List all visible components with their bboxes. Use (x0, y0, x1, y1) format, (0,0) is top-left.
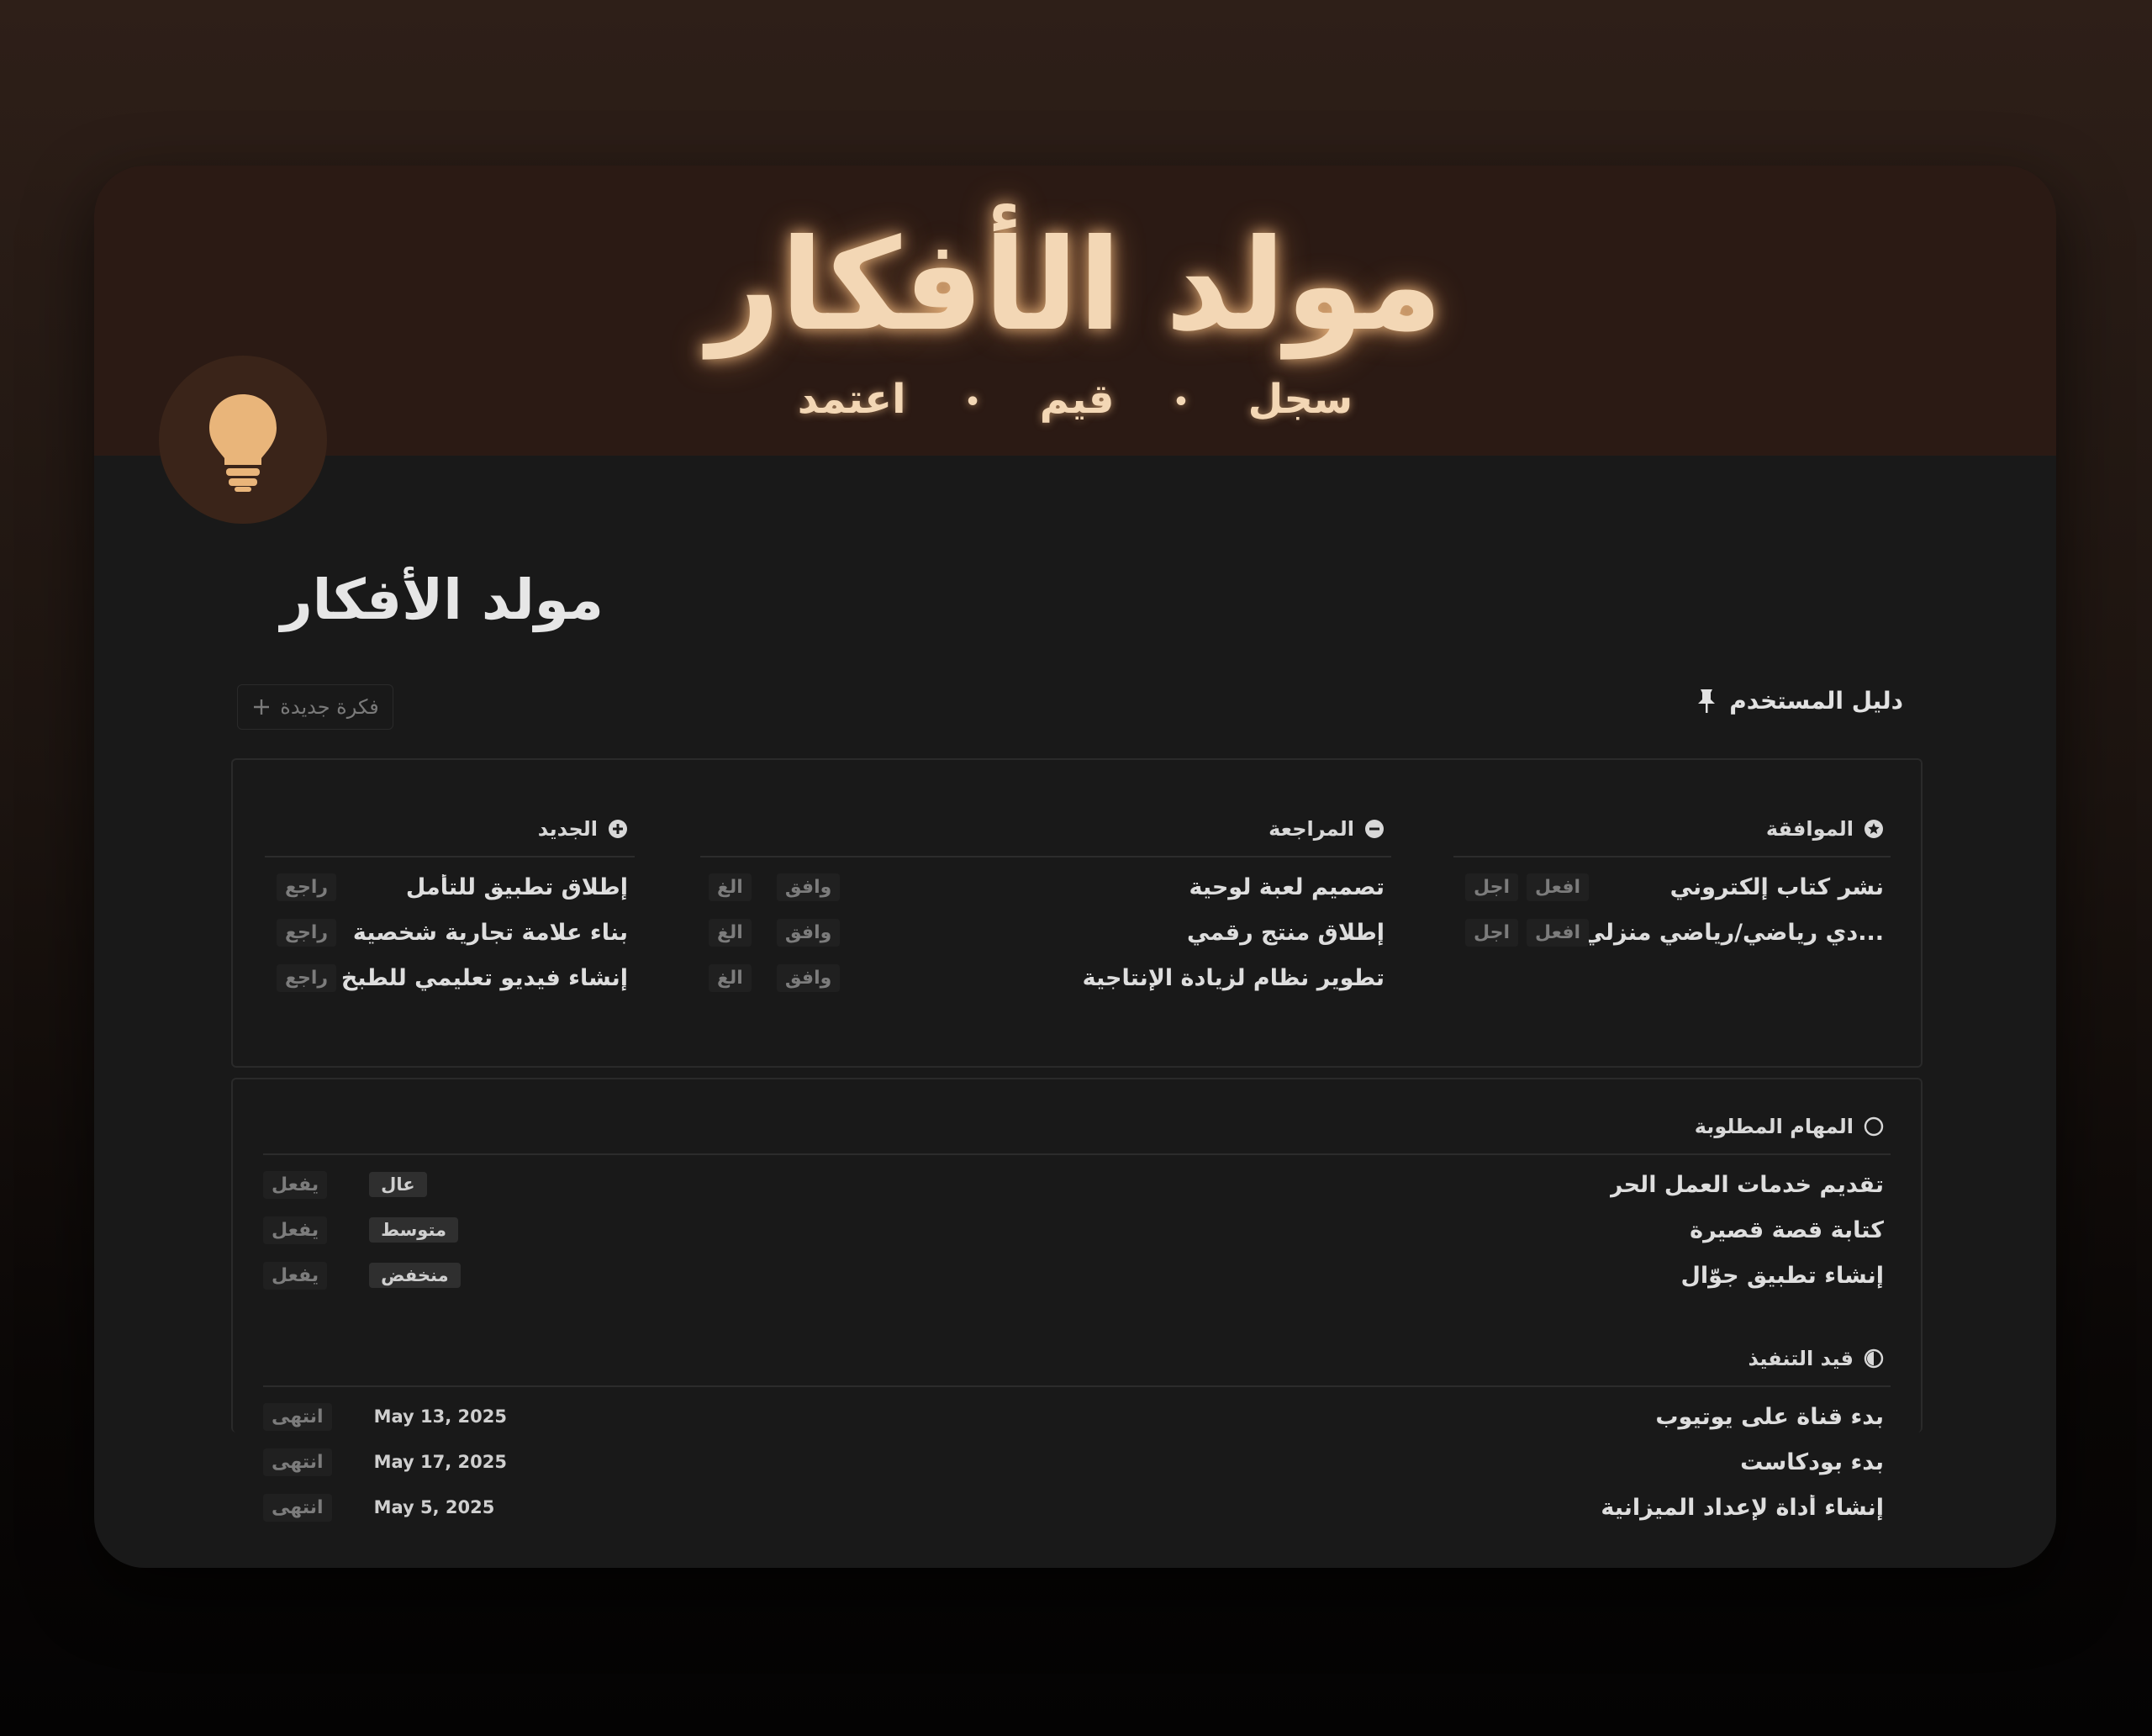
new-idea-label: فكرة جديدة (280, 695, 379, 719)
todo-header: المهام المطلوبة (263, 1110, 1891, 1155)
row-title[interactable]: بدء بودكاست (1740, 1449, 1884, 1475)
row-title[interactable]: إطلاق تطبيق للتأمل (336, 874, 628, 900)
row-title[interactable]: تصميم لعبة لوحية (840, 874, 1385, 900)
board-row[interactable]: اجل افعل ...دي رياضي/رياضي منزلي (1453, 910, 1891, 955)
new-heading: الجديد (537, 817, 598, 841)
priority-badge: متوسط (369, 1217, 459, 1243)
approve-button[interactable]: وافق (776, 873, 841, 901)
due-date: May 13, 2025 (373, 1406, 507, 1427)
finish-button[interactable]: انتهى (263, 1493, 332, 1522)
approved-heading: الموافقة (1765, 817, 1854, 841)
row-title[interactable]: بناء علامة تجارية شخصية (336, 920, 628, 946)
page-icon[interactable] (159, 356, 327, 524)
approve-button[interactable]: وافق (776, 918, 841, 947)
priority-badge: عال (369, 1172, 427, 1197)
approved-column: الموافقة اجل افعل نشر كتاب إلكتروني اجل … (1453, 812, 1891, 955)
task-row[interactable]: بدء بودكاست May 17, 2025 انتهى (263, 1439, 1891, 1485)
task-row[interactable]: إنشاء أداة لإعداد الميزانية May 5, 2025 … (263, 1485, 1891, 1530)
half-circle-icon (1864, 1348, 1884, 1369)
finish-button[interactable]: انتهى (263, 1448, 332, 1476)
cover-subtitle-word: قيم (1039, 376, 1115, 423)
review-button[interactable]: راجع (277, 873, 337, 901)
board-row[interactable]: إطلاق تطبيق للتأمل راجع (265, 864, 635, 910)
review-header: المراجعة (700, 812, 1391, 857)
cover-subtitle-word: اعتمد (797, 376, 906, 423)
do-button[interactable]: افعل (1527, 918, 1590, 947)
row-title[interactable]: تطوير نظام لزيادة الإنتاجية (840, 965, 1385, 991)
cancel-button[interactable]: الغ (709, 873, 752, 901)
approve-button[interactable]: وافق (776, 963, 841, 992)
row-title[interactable]: إنشاء فيديو تعليمي للطبخ (336, 965, 628, 991)
due-date: May 5, 2025 (373, 1497, 495, 1517)
todo-heading: المهام المطلوبة (1694, 1115, 1854, 1138)
postpone-button[interactable]: اجل (1465, 918, 1519, 947)
approved-header: الموافقة (1453, 812, 1891, 857)
cover-subtitle-word: سجل (1247, 376, 1353, 423)
row-title[interactable]: إنشاء تطبيق جوّال (1681, 1263, 1885, 1289)
do-button[interactable]: يفعل (263, 1170, 328, 1199)
cancel-button[interactable]: الغ (709, 963, 752, 992)
inprogress-section: قيد التنفيذ بدء قناة على يوتيوب May 13, … (263, 1342, 1891, 1530)
cover-dot: • (964, 387, 981, 417)
board-row[interactable]: تطوير نظام لزيادة الإنتاجية وافق الغ (700, 955, 1391, 1000)
inprogress-heading: قيد التنفيذ (1748, 1347, 1854, 1370)
review-button[interactable]: راجع (277, 963, 337, 992)
user-guide-label: دليل المستخدم (1729, 687, 1903, 715)
task-row[interactable]: يفعل منخفض إنشاء تطبيق جوّال (263, 1253, 1891, 1298)
review-button[interactable]: راجع (277, 918, 337, 947)
row-title[interactable]: بدء قناة على يوتيوب (1655, 1404, 1884, 1430)
due-date: May 17, 2025 (373, 1452, 507, 1472)
cancel-button[interactable]: الغ (709, 918, 752, 947)
inprogress-header: قيد التنفيذ (263, 1342, 1891, 1387)
postpone-button[interactable]: اجل (1465, 873, 1519, 901)
row-title[interactable]: ...دي رياضي/رياضي منزلي (1589, 920, 1884, 946)
board-row[interactable]: بناء علامة تجارية شخصية راجع (265, 910, 635, 955)
review-column: المراجعة تصميم لعبة لوحية وافق الغ إطلاق… (700, 812, 1391, 1000)
row-title[interactable]: نشر كتاب إلكتروني (1589, 874, 1884, 900)
board-row[interactable]: تصميم لعبة لوحية وافق الغ (700, 864, 1391, 910)
board-row[interactable]: إطلاق منتج رقمي وافق الغ (700, 910, 1391, 955)
task-row[interactable]: يفعل عال تقديم خدمات العمل الحر (263, 1162, 1891, 1207)
cover-dot: • (1173, 387, 1189, 417)
row-title[interactable]: تقديم خدمات العمل الحر (1610, 1172, 1884, 1198)
tasks-panel: المهام المطلوبة يفعل عال تقديم خدمات الع… (231, 1078, 1923, 1522)
priority-badge: منخفض (369, 1263, 461, 1288)
row-title[interactable]: إنشاء أداة لإعداد الميزانية (1601, 1495, 1884, 1521)
todo-section: المهام المطلوبة يفعل عال تقديم خدمات الع… (263, 1110, 1891, 1298)
task-row[interactable]: بدء قناة على يوتيوب May 13, 2025 انتهى (263, 1394, 1891, 1439)
new-idea-button[interactable]: فكرة جديدة (237, 684, 393, 730)
minus-circle-icon (1365, 820, 1384, 838)
new-header: الجديد (265, 812, 635, 857)
plus-icon (254, 699, 270, 715)
board-row[interactable]: إنشاء فيديو تعليمي للطبخ راجع (265, 955, 635, 1000)
user-guide-link[interactable]: دليل المستخدم (1696, 687, 1903, 715)
do-button[interactable]: يفعل (263, 1261, 328, 1290)
plus-circle-icon (609, 820, 627, 838)
board-row[interactable]: اجل افعل نشر كتاب إلكتروني (1453, 864, 1891, 910)
cover-banner: مولد الأفكار سجل • قيم • اعتمد (94, 166, 2056, 456)
lightbulb-icon (209, 394, 277, 492)
empty-circle-icon (1864, 1116, 1884, 1137)
cover-title: مولد الأفكار (707, 213, 1443, 359)
row-title[interactable]: إطلاق منتج رقمي (840, 920, 1385, 946)
do-button[interactable]: افعل (1527, 873, 1590, 901)
do-button[interactable]: يفعل (263, 1216, 328, 1244)
new-column: الجديد إطلاق تطبيق للتأمل راجع بناء علام… (265, 812, 635, 1000)
pin-icon (1698, 689, 1716, 713)
ideas-board: الموافقة اجل افعل نشر كتاب إلكتروني اجل … (231, 758, 1923, 1068)
finish-button[interactable]: انتهى (263, 1402, 332, 1431)
review-heading: المراجعة (1269, 817, 1354, 841)
task-row[interactable]: يفعل متوسط كتابة قصة قصيرة (263, 1207, 1891, 1253)
row-title[interactable]: كتابة قصة قصيرة (1690, 1217, 1884, 1243)
page-title: مولد الأفكار (280, 567, 604, 632)
cover-subtitle: سجل • قيم • اعتمد (94, 376, 2056, 423)
star-circle-icon (1865, 820, 1883, 838)
